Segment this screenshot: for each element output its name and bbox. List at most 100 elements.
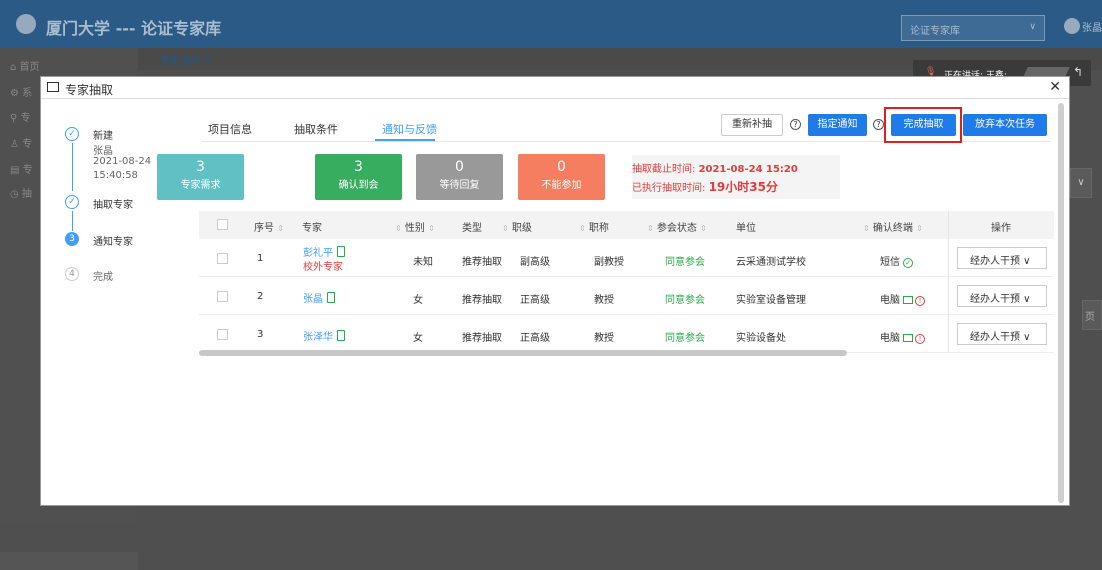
col-gender[interactable]: ⇕ 性别 ⇕ [395, 219, 435, 234]
sidebar-item-4[interactable]: ▤ 专 [10, 161, 33, 176]
expert-name: 张泽华 [303, 332, 333, 343]
tab-label: 专家抽取 [160, 56, 200, 67]
card-confirmed-count: 3 [354, 159, 363, 175]
assign-notify-button[interactable]: 指定通知 [808, 114, 867, 136]
tab-project-info[interactable]: 项目信息 [208, 121, 252, 137]
row-gender: 女 [413, 333, 423, 344]
sidebar-item-label: 专 [20, 113, 31, 124]
sidebar-item-home[interactable]: ⌂ 首页 [10, 58, 40, 73]
resupply-button[interactable]: 重新补抽 [721, 114, 783, 136]
sidebar-item-label: 专 [22, 139, 33, 150]
col-expert: 专家 [302, 223, 322, 234]
avatar[interactable] [1064, 18, 1080, 34]
collapse-icon[interactable]: ↰ [1073, 65, 1083, 79]
elapsed-label: 已执行抽取时间: [632, 183, 709, 194]
sort-icon: ⇕ [863, 224, 870, 233]
table-header: 序号 ⇕ 专家 ⇕ 性别 ⇕ 类型 ⇕ 职级 ⇕ 职称 ⇕ 参会状态 ⇕ 单位 … [199, 211, 1054, 239]
col-op: 操作 [991, 223, 1011, 234]
row-title: 教授 [594, 295, 614, 306]
help-icon[interactable]: ? [790, 119, 801, 130]
tab-extract-conditions[interactable]: 抽取条件 [294, 121, 338, 137]
deadline-info: 抽取截止时间: 2021-08-24 15:20 已执行抽取时间: 19小时35… [632, 155, 840, 199]
row-confirm: 电脑! [880, 291, 925, 306]
step-extract-label: 抽取专家 [93, 200, 133, 211]
dialog-title: 专家抽取 [65, 83, 114, 97]
row-level: 副高级 [520, 257, 550, 268]
window-icon [47, 82, 59, 92]
warning-icon: ! [915, 296, 925, 306]
library-select[interactable]: 论证专家库 ∨ [901, 15, 1045, 41]
elapsed-value: 19小时35分 [708, 180, 778, 194]
col-status[interactable]: ⇕ 参会状态 ⇕ [647, 219, 707, 234]
card-demand-label: 专家需求 [180, 180, 221, 191]
sidebar-item-5[interactable]: ◷ 抽 [10, 185, 32, 200]
chevron-down-icon: ∨ [1029, 22, 1036, 32]
computer-icon [903, 334, 913, 342]
expert-extract-dialog: 专家抽取 ✕ ✓ 新建 张晶 2021-08-24 15:40:58 ✓ 抽取专… [40, 76, 1070, 506]
ok-icon: ✓ [903, 258, 913, 268]
intervene-dropdown[interactable]: 经办人干预 ∨ [957, 285, 1047, 307]
col-label: 职称 [588, 223, 609, 234]
sidebar-item-3[interactable]: ♙ 专 [10, 135, 32, 150]
row-confirm: 电脑! [880, 329, 925, 344]
bg-page-label: 页 [1082, 300, 1102, 330]
intervene-dropdown[interactable]: 经办人干预 ∨ [957, 323, 1047, 345]
col-level[interactable]: ⇕ 职级 [502, 219, 532, 234]
tab-expert-extract[interactable]: 专家抽取 ⟳ [160, 52, 212, 67]
check-icon: ✓ [65, 127, 79, 141]
step-new-user: 张晶 [93, 146, 113, 157]
step-number-4: 4 [65, 267, 79, 281]
confirm-label: 短信 [880, 257, 900, 268]
tab-notify-feedback[interactable]: 通知与反馈 [382, 121, 437, 137]
sidebar-item-system[interactable]: ⚙ 系 [10, 84, 32, 99]
card-confirmed-label: 确认到会 [338, 180, 379, 191]
dialog-scrollbar[interactable] [1058, 103, 1064, 503]
user-name[interactable]: 张晶 [1082, 19, 1102, 34]
expert-name-link[interactable]: 张泽华 [303, 328, 345, 343]
expert-name-link[interactable]: 彭礼平 [303, 244, 345, 259]
sort-icon: ⇕ [428, 224, 435, 233]
external-expert-tag: 校外专家 [303, 262, 343, 273]
abandon-task-button[interactable]: 放弃本次任务 [963, 114, 1047, 136]
row-title: 副教授 [594, 257, 624, 268]
warning-icon: ! [915, 334, 925, 344]
row-level: 正高级 [520, 333, 550, 344]
row-unit: 实验设备处 [736, 333, 786, 344]
col-type: 类型 [462, 223, 482, 234]
col-seq[interactable]: 序号 ⇕ [254, 219, 284, 234]
bg-dropdown-button: ∨ [1070, 168, 1092, 198]
col-title[interactable]: ⇕ 职称 [579, 219, 609, 234]
row-checkbox[interactable] [217, 253, 228, 264]
phone-icon [327, 292, 335, 303]
col-confirm[interactable]: ⇕ 确认终端 ⇕ [863, 219, 923, 234]
step-new-label: 新建 [93, 131, 113, 142]
sidebar-item-2[interactable]: ⚲ 专 [10, 109, 31, 124]
sidebar-item-label: 抽 [21, 189, 32, 200]
select-all-checkbox[interactable] [217, 219, 228, 230]
card-waiting-count: 0 [455, 159, 464, 175]
intervene-dropdown[interactable]: 经办人干预 ∨ [957, 247, 1047, 269]
row-checkbox[interactable] [217, 291, 228, 302]
row-level: 正高级 [520, 295, 550, 306]
row-checkbox[interactable] [217, 329, 228, 340]
row-type: 推荐抽取 [462, 257, 502, 268]
card-unable: 0 不能参加 [518, 154, 605, 200]
sort-icon: ⇕ [916, 224, 923, 233]
row-title: 教授 [594, 333, 614, 344]
step-notify-label: 通知专家 [93, 237, 133, 248]
university-logo-icon [16, 14, 36, 34]
col-label: 性别 [404, 223, 425, 234]
help-icon[interactable]: ? [873, 119, 884, 130]
table-horizontal-scrollbar[interactable] [199, 350, 847, 356]
card-unable-count: 0 [557, 159, 566, 175]
row-confirm: 短信 ✓ [880, 253, 913, 268]
step-connector [72, 211, 73, 231]
row-gender: 未知 [413, 257, 433, 268]
app-title: 厦门大学 --- 论证专家库 [46, 19, 222, 38]
row-status: 同意参会 [665, 295, 705, 306]
row-status: 同意参会 [665, 333, 705, 344]
expert-name-link[interactable]: 张晶 [303, 290, 335, 305]
close-icon[interactable]: ✕ [1049, 79, 1061, 95]
sidebar-footer [0, 552, 138, 570]
sidebar-item-label: 首页 [19, 62, 40, 73]
